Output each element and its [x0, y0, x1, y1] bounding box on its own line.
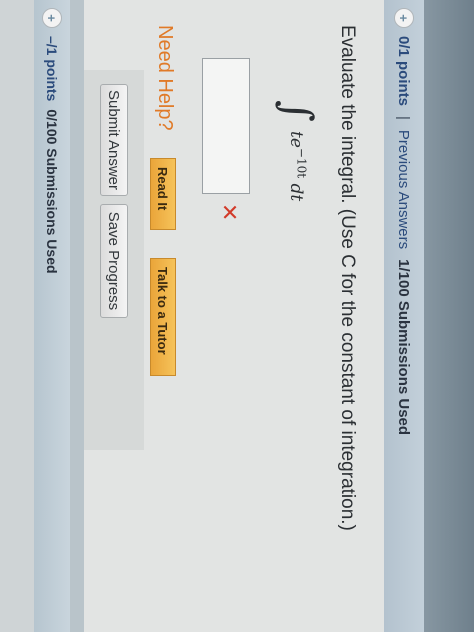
- next-question-header: + –/1 points 0/100 Submissions Used: [34, 0, 70, 632]
- header-separator: |: [395, 116, 413, 120]
- previous-answers-link[interactable]: Previous Answers: [396, 130, 413, 249]
- talk-to-tutor-button[interactable]: Talk to a Tutor: [150, 258, 176, 376]
- top-shadow: [424, 0, 474, 632]
- expand-plus-icon[interactable]: +: [42, 8, 62, 28]
- integrand-dt: dt: [286, 183, 307, 202]
- integral-expression: ∫ te−10t dt: [273, 100, 322, 201]
- need-help-label: Need Help?: [154, 25, 176, 131]
- expand-plus-icon[interactable]: +: [394, 8, 414, 28]
- answer-input[interactable]: [202, 58, 250, 194]
- page-bottom: [0, 0, 34, 632]
- submit-answer-button[interactable]: Submit Answer: [100, 84, 128, 196]
- next-question-points: –/1 points: [44, 36, 60, 102]
- integral-sign: ∫: [273, 100, 322, 122]
- question-prompt: Evaluate the integral. (Use C for the co…: [337, 25, 358, 531]
- integrand-exponent: −10t: [294, 147, 309, 179]
- page: + 0/1 points | Previous Answers 1/100 Su…: [0, 0, 474, 632]
- x-mark-icon: ✕: [217, 203, 242, 222]
- question-points: 0/1 points: [395, 36, 413, 107]
- integrand-base: te: [286, 130, 307, 148]
- question-body: Evaluate the integral. (Use C for the co…: [84, 0, 384, 632]
- integrand: te−10t dt: [286, 130, 309, 202]
- save-progress-button[interactable]: Save Progress: [100, 204, 128, 318]
- action-bar: Submit Answer Save Progress: [84, 70, 144, 450]
- submissions-used: 1/100 Submissions Used: [395, 259, 413, 436]
- question-header: + 0/1 points | Previous Answers 1/100 Su…: [383, 0, 424, 632]
- next-submissions-used: 0/100 Submissions Used: [44, 109, 60, 274]
- read-it-button[interactable]: Read It: [150, 158, 176, 230]
